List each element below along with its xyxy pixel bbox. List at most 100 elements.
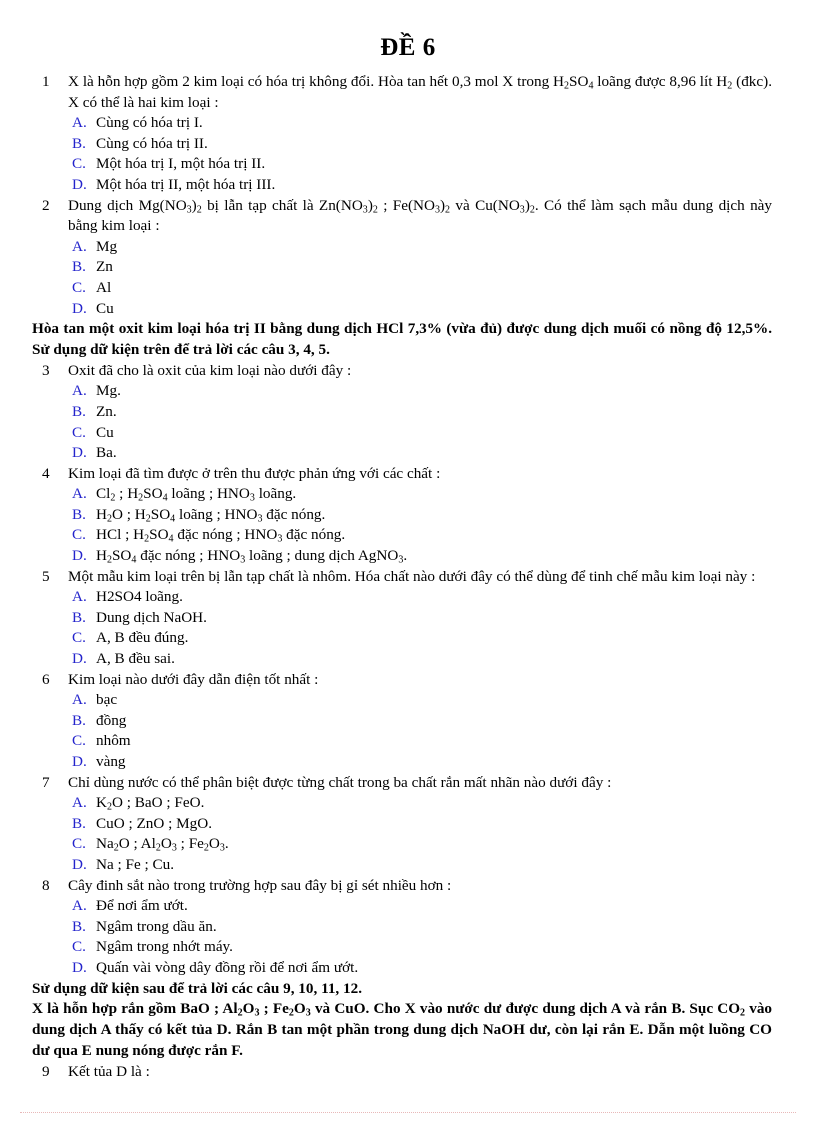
option-text: HCl ; H2SO4 đặc nóng ; HNO3 đặc nóng. bbox=[96, 526, 346, 546]
option-item[interactable]: B. Ngâm trong dầu ăn. bbox=[32, 917, 772, 938]
option-item[interactable]: A. Cl2 ; H2SO4 loãng ; HNO3 loãng. bbox=[32, 484, 772, 505]
option-item[interactable]: A. Cùng có hóa trị I. bbox=[32, 113, 772, 134]
option-item[interactable]: B. Zn bbox=[32, 257, 772, 278]
option-text: nhôm bbox=[96, 732, 131, 750]
question-1: 1 X là hỗn hợp gồm 2 kim loại có hóa trị… bbox=[32, 72, 772, 113]
passage-2-body: X là hỗn hợp rắn gồm BaO ; Al2O3 ; Fe2O3… bbox=[32, 1000, 773, 1059]
option-item[interactable]: D. A, B đều sai. bbox=[32, 649, 772, 670]
option-text: Zn bbox=[96, 258, 113, 276]
question-8: 8 Cây đinh sắt nào trong trường hợp sau … bbox=[32, 876, 772, 897]
option-letter: B. bbox=[72, 505, 86, 523]
option-text: Quấn vài vòng dây đồng rồi để nơi ẩm ướt… bbox=[96, 958, 359, 976]
option-letter: C. bbox=[72, 732, 86, 750]
option-letter: D. bbox=[72, 958, 87, 976]
option-item[interactable]: C. Na2O ; Al2O3 ; Fe2O3. bbox=[32, 834, 772, 855]
question-number: 6 bbox=[42, 670, 50, 688]
passage-1: Hòa tan một oxit kim loại hóa trị II bằn… bbox=[32, 320, 772, 358]
option-item[interactable]: A. K2O ; BaO ; FeO. bbox=[32, 793, 772, 814]
option-item[interactable]: A. Mg. bbox=[32, 381, 772, 402]
option-item[interactable]: B. Dung dịch NaOH. bbox=[32, 608, 772, 629]
option-text: Cu bbox=[96, 299, 114, 317]
option-letter: D. bbox=[72, 547, 87, 565]
option-text: bạc bbox=[96, 691, 118, 709]
option-item[interactable]: C. Một hóa trị I, một hóa trị II. bbox=[32, 154, 772, 175]
option-letter: D. bbox=[72, 299, 87, 317]
option-letter: C. bbox=[72, 938, 86, 956]
option-item[interactable]: D. Na ; Fe ; Cu. bbox=[32, 855, 772, 876]
option-item[interactable]: D. Cu bbox=[32, 299, 772, 320]
option-letter: B. bbox=[72, 134, 86, 152]
option-letter: A. bbox=[72, 237, 87, 255]
option-item[interactable]: A. H2SO4 loãng. bbox=[32, 587, 772, 608]
question-9: 9 Kết tủa D là : bbox=[32, 1062, 772, 1083]
option-letter: D. bbox=[72, 444, 87, 462]
footer-divider bbox=[20, 1112, 796, 1113]
option-item[interactable]: B. Zn. bbox=[32, 402, 772, 423]
option-letter: A. bbox=[72, 794, 87, 812]
options-8: A. Để nơi ẩm ướt. B. Ngâm trong dầu ăn. C.… bbox=[32, 896, 772, 978]
option-letter: C. bbox=[72, 423, 86, 441]
question-3: 3 Oxit đã cho là oxit của kim loại nào d… bbox=[32, 361, 772, 382]
question-number: 9 bbox=[42, 1062, 50, 1080]
option-letter: B. bbox=[72, 258, 86, 276]
option-letter: A. bbox=[72, 114, 87, 132]
option-text: Zn. bbox=[96, 402, 117, 420]
options-5: A. H2SO4 loãng. B. Dung dịch NaOH. C. A, B … bbox=[32, 587, 772, 669]
option-item[interactable]: D. Một hóa trị II, một hóa trị III. bbox=[32, 175, 772, 196]
option-item[interactable]: A. bạc bbox=[32, 690, 772, 711]
option-item[interactable]: B. Cùng có hóa trị II. bbox=[32, 134, 772, 155]
option-item[interactable]: D. H2SO4 đặc nóng ; HNO3 loãng ; dung dịc… bbox=[32, 546, 772, 567]
option-item[interactable]: A. Để nơi ẩm ướt. bbox=[32, 896, 772, 917]
option-letter: C. bbox=[72, 155, 86, 173]
option-text: Mg bbox=[96, 237, 118, 255]
option-item[interactable]: D. vàng bbox=[32, 752, 772, 773]
option-item[interactable]: C. Ngâm trong nhớt máy. bbox=[32, 937, 772, 958]
question-text: Kết tủa D là : bbox=[68, 1062, 150, 1080]
option-text: H2SO4 đặc nóng ; HNO3 loãng ; dung dịch … bbox=[96, 547, 408, 566]
option-text: Mg. bbox=[96, 382, 121, 400]
option-text: Cl2 ; H2SO4 loãng ; HNO3 loãng. bbox=[96, 485, 297, 504]
option-item[interactable]: C. Al bbox=[32, 278, 772, 299]
option-letter: B. bbox=[72, 608, 86, 626]
option-letter: D. bbox=[72, 175, 87, 193]
options-3: A. Mg. B. Zn. C. Cu D. Ba. bbox=[32, 381, 772, 463]
option-text: Dung dịch NaOH. bbox=[96, 608, 207, 626]
option-text: A, B đều đúng. bbox=[96, 629, 189, 647]
option-letter: A. bbox=[72, 588, 87, 606]
option-item[interactable]: B. CuO ; ZnO ; MgO. bbox=[32, 814, 772, 835]
question-number: 2 bbox=[42, 196, 50, 214]
question-2: 2 Dung dịch Mg(NO3)2 bị lẫn tạp chất là … bbox=[32, 196, 772, 237]
option-text: H2SO4 loãng. bbox=[96, 588, 183, 606]
options-2: A. Mg B. Zn C. Al D. Cu bbox=[32, 237, 772, 319]
option-letter: A. bbox=[72, 485, 87, 503]
option-item[interactable]: C. A, B đều đúng. bbox=[32, 628, 772, 649]
option-item[interactable]: A. Mg bbox=[32, 237, 772, 258]
question-text: X là hỗn hợp gồm 2 kim loại có hóa trị k… bbox=[68, 73, 772, 111]
option-item[interactable]: C. nhôm bbox=[32, 731, 772, 752]
option-letter: B. bbox=[72, 917, 86, 935]
option-text: A, B đều sai. bbox=[96, 650, 175, 668]
question-number: 8 bbox=[42, 876, 50, 894]
question-number: 1 bbox=[42, 73, 50, 90]
option-text: Cùng có hóa trị I. bbox=[96, 114, 203, 132]
option-item[interactable]: C. Cu bbox=[32, 423, 772, 444]
option-item[interactable]: D. Ba. bbox=[32, 443, 772, 464]
question-text: Dung dịch Mg(NO3)2 bị lẫn tạp chất là Zn… bbox=[68, 196, 772, 235]
question-6: 6 Kim loại nào dưới đây dẫn điện tốt nhấ… bbox=[32, 670, 772, 691]
option-letter: A. bbox=[72, 382, 87, 400]
question-5: 5 Một mẫu kim loại trên bị lẫn tạp chất … bbox=[32, 567, 772, 588]
question-text: Cây đinh sắt nào trong trường hợp sau đâ… bbox=[68, 876, 452, 894]
option-text: vàng bbox=[96, 753, 126, 770]
question-number: 3 bbox=[42, 361, 50, 379]
option-item[interactable]: B. đồng bbox=[32, 711, 772, 732]
option-letter: C. bbox=[72, 835, 86, 853]
option-text: Ba. bbox=[96, 444, 117, 462]
option-item[interactable]: D. Quấn vài vòng dây đồng rồi để nơi ẩm ư… bbox=[32, 958, 772, 979]
option-item[interactable]: B. H2O ; H2SO4 loãng ; HNO3 đặc nóng. bbox=[32, 505, 772, 526]
exam-page: ĐỀ 6 1 X là hỗn hợp gồm 2 kim loại có hó… bbox=[0, 0, 816, 1123]
option-letter: D. bbox=[72, 855, 87, 873]
option-letter: B. bbox=[72, 711, 86, 729]
option-text: Al bbox=[96, 278, 112, 296]
option-text: đồng bbox=[96, 711, 127, 729]
option-item[interactable]: C. HCl ; H2SO4 đặc nóng ; HNO3 đặc nóng. bbox=[32, 525, 772, 546]
